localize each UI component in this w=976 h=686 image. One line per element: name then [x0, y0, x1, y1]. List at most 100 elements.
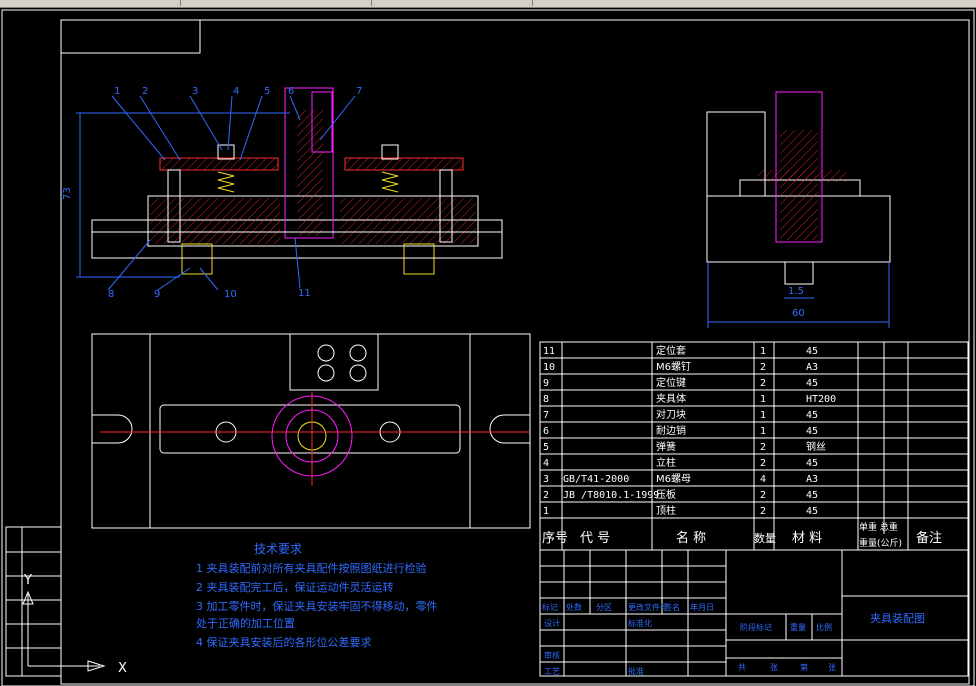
left-stamp-cells [5, 526, 62, 677]
parts-cell-name: 定位套 [656, 344, 686, 357]
side-sleeve-hatch [780, 130, 818, 240]
outer-frame [1, 9, 975, 686]
parts-cell-name: 压板 [656, 488, 676, 501]
leader-10: 10 [224, 289, 237, 300]
leader-1: 1 [114, 86, 120, 97]
leader-11: 11 [298, 288, 311, 299]
front-view: 73 1 2 3 4 5 6 7 8 9 10 11 [62, 86, 503, 300]
header-qty: 数量 [754, 532, 776, 545]
top-clamp-plate [159, 404, 461, 454]
slot-left [92, 414, 133, 444]
parts-cell-qty: 2 [760, 442, 766, 453]
title-block-cell: 张 [828, 663, 836, 672]
parts-cell-mat: 45 [806, 458, 818, 469]
ucs-x-label: X [118, 661, 127, 676]
window-top-bar [0, 0, 976, 8]
parts-cell-no: 2 [543, 490, 549, 501]
leader-5: 5 [264, 86, 270, 97]
title-block-cell: 分区 [596, 603, 612, 612]
title-block-cell: 共 [738, 663, 746, 672]
tech-requirements: 技术要求 1 夹具装配前对所有夹具配件按照图纸进行检验 2 夹具装配完工后，保证… [196, 542, 438, 649]
sleeve-hatch [297, 110, 323, 236]
header-remark: 备注 [916, 530, 942, 546]
side-block [706, 111, 766, 197]
top-view [91, 333, 531, 529]
parts-cell-qty: 2 [760, 490, 766, 501]
cad-drawing-canvas[interactable]: 73 1 2 3 4 5 6 7 8 9 10 11 60 1.5 11 定位套… [0, 8, 976, 686]
clamp-plate-left [160, 158, 278, 170]
parts-cell-no: 3 [543, 474, 549, 485]
leader-3: 3 [192, 86, 198, 97]
title-block-cell: 阶段标记 [740, 622, 772, 632]
tech-title: 技术要求 [254, 542, 302, 556]
top-outline [91, 333, 531, 529]
parts-list [539, 341, 969, 551]
body-hatch-right [340, 198, 476, 244]
side-key [784, 261, 814, 285]
parts-cell-qty: 2 [760, 506, 766, 517]
title-block-cell: 设计 [544, 618, 560, 628]
header-weight-unit: 重量(公斤) [859, 537, 902, 549]
width-dim-label: 60 [792, 308, 805, 319]
toolbar-segment[interactable] [181, 0, 372, 6]
spring-right [381, 171, 399, 193]
parts-cell-code: GB/T41-2000 [563, 474, 629, 485]
side-clamp [758, 170, 846, 182]
header-code: 代 号 [580, 531, 610, 546]
parts-cell-no: 11 [543, 346, 555, 357]
parts-cell-qty: 1 [760, 394, 766, 405]
parts-cell-mat: 45 [806, 506, 818, 517]
tech-item-2: 2 夹具装配完工后，保证运动件灵活运转 [196, 580, 394, 594]
parts-cell-qty: 1 [760, 426, 766, 437]
spring-left [217, 171, 235, 193]
parts-cell-no: 1 [543, 506, 549, 517]
height-dim-label: 73 [62, 187, 73, 200]
title-block-cell: 张 [770, 663, 778, 672]
parts-cell-mat: 45 [806, 426, 818, 437]
parts-cell-name: M6螺钉 [656, 361, 691, 373]
leader-6: 6 [288, 86, 294, 97]
parts-cell-qty: 1 [760, 410, 766, 421]
title-block-cell: 签名 [664, 602, 680, 612]
ucs-y-label: Y [23, 573, 32, 588]
title-block-cell: 年月日 [690, 602, 714, 612]
parts-cell-no: 9 [543, 378, 549, 389]
parts-cell-no: 5 [543, 442, 549, 453]
parts-cell-name: 耐边销 [656, 424, 686, 437]
parts-cell-name: 定位键 [656, 376, 686, 389]
parts-cell-name: 立柱 [656, 456, 676, 469]
parts-cell-name: M6螺母 [656, 473, 691, 485]
toolbar-segment[interactable] [533, 0, 976, 6]
toolbar-segment[interactable] [372, 0, 533, 6]
parts-cell-qty: 2 [760, 458, 766, 469]
title-block-cell: 审核 [544, 650, 560, 660]
title-block: 夹具装配图 [539, 549, 969, 677]
leader-9: 9 [154, 289, 160, 300]
tech-item-3: 3 加工零件时，保证夹具安装牢固不得移动，零件 [196, 599, 438, 613]
key-left [181, 243, 213, 275]
title-block-cell: 标记 [542, 602, 558, 612]
parts-cell-name: 顶柱 [656, 504, 676, 517]
parts-cell-qty: 2 [760, 378, 766, 389]
header-material: 材 料 [792, 531, 822, 546]
header-name: 名 称 [676, 530, 706, 546]
title-block-cell: 标准化 [628, 618, 652, 628]
tech-item-4: 4 保证夹具安装后的各形位公差要求 [196, 635, 372, 649]
toolbar-segment[interactable] [0, 0, 181, 6]
parts-cell-code: JB /T8010.1-1999 [563, 490, 659, 501]
drawing-name: 夹具装配图 [870, 612, 925, 625]
title-block-cells: 标记 处数 分区 更改文件号签名 年月日设计 标准化审核工艺 批准 阶段标记 重量 比例共 张 第 张 [542, 602, 836, 676]
title-block-cell: 批准 [628, 666, 644, 676]
parts-cell-no: 6 [543, 426, 549, 437]
body-hatch-left [150, 198, 280, 244]
parts-cell-qty: 1 [760, 346, 766, 357]
leader-4: 4 [233, 86, 239, 97]
title-block-cell: 重量 [790, 622, 806, 632]
title-block-cell: 第 [800, 662, 808, 672]
parts-cell-mat: A3 [806, 362, 818, 373]
parts-cell-mat: 45 [806, 410, 818, 421]
parts-cell-name: 对刀块 [656, 408, 686, 421]
title-block-cell: 工艺 [544, 667, 560, 676]
parts-cell-name: 弹簧 [656, 440, 676, 453]
parts-cell-mat: A3 [806, 474, 818, 485]
